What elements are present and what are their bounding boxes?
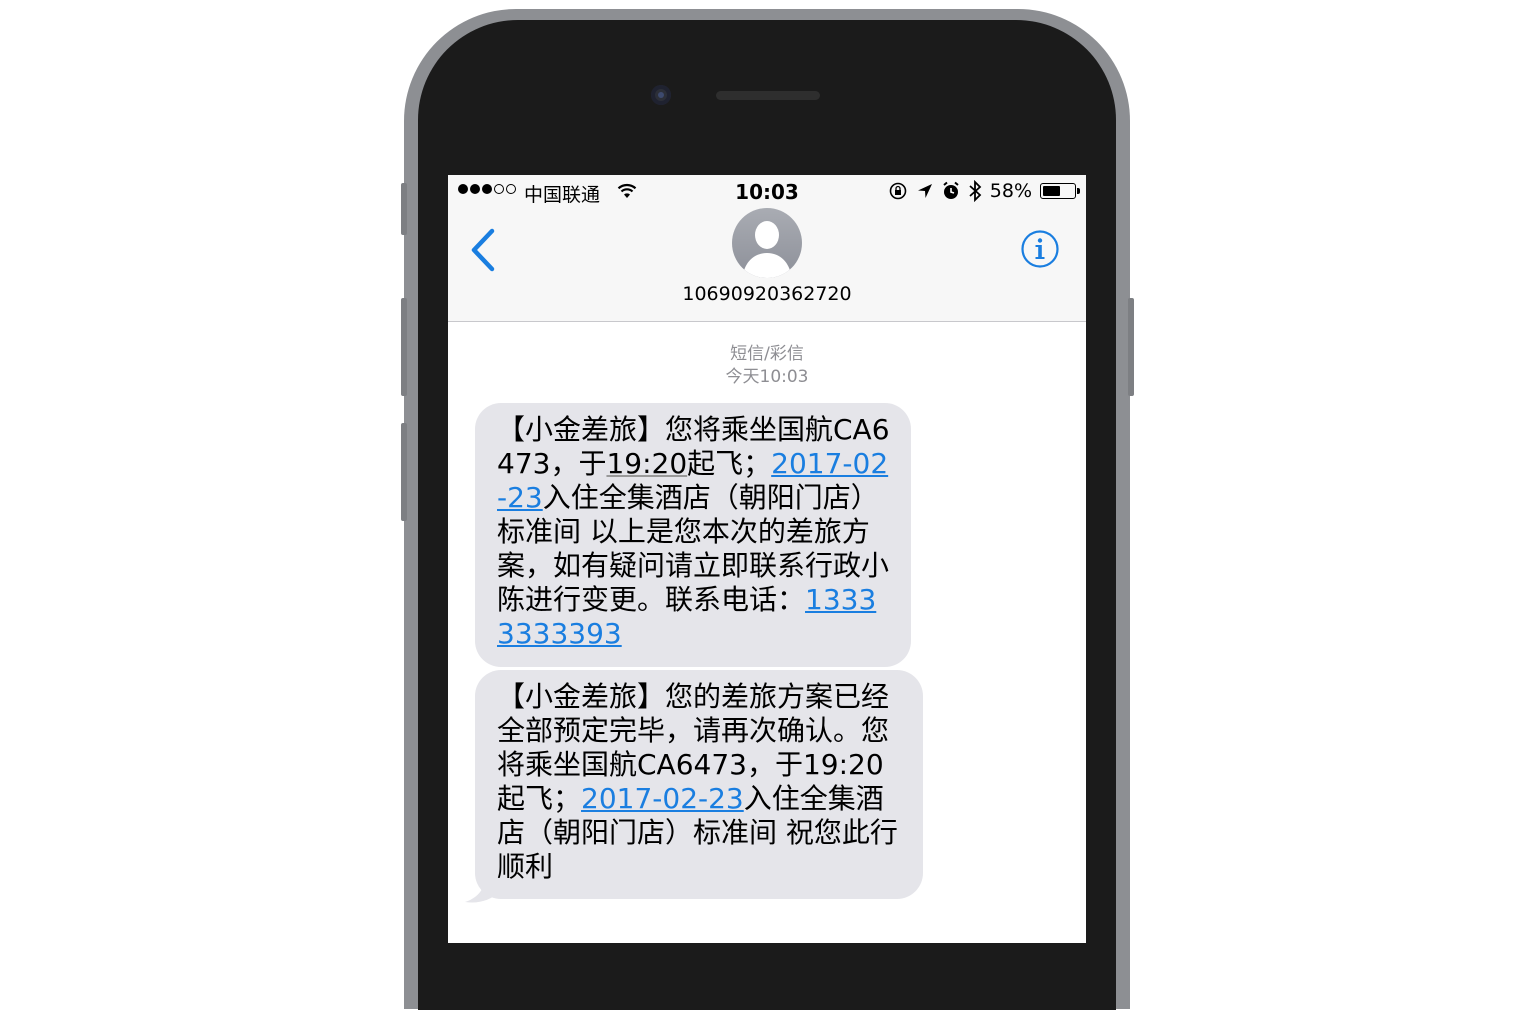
- contact-number[interactable]: 10690920362720: [448, 283, 1086, 305]
- battery-fill: [1043, 186, 1060, 196]
- battery-percentage: 58%: [989, 180, 1032, 202]
- message-2-date-link[interactable]: 2017-02-23: [581, 782, 744, 815]
- volume-up-button: [401, 298, 407, 396]
- message-channel-label: 短信/彩信: [730, 344, 804, 364]
- power-button: [1128, 298, 1134, 396]
- status-icons: 58%: [888, 180, 1080, 202]
- front-camera: [651, 85, 671, 105]
- bubble-tail: [465, 878, 503, 903]
- navigation-header: 中国联通 10:03 58% 10690920362720: [448, 175, 1086, 322]
- message-bubble-2[interactable]: 【小金差旅】您的差旅方案已经全部预定完毕，请再次确认。您将乘坐国航CA6473，…: [475, 670, 923, 899]
- bluetooth-icon: [969, 180, 982, 202]
- status-bar: 中国联通 10:03 58%: [448, 175, 1086, 211]
- screen: 中国联通 10:03 58% 10690920362720 短信/彩信 今天10…: [448, 175, 1086, 943]
- back-chevron-icon[interactable]: [468, 227, 498, 273]
- orientation-lock-icon: [889, 182, 907, 200]
- message-bubble-1[interactable]: 【小金差旅】您将乘坐国航CA6473，于19:20起飞；2017-02-23入住…: [475, 403, 911, 667]
- alarm-icon: [943, 181, 959, 199]
- earpiece-speaker: [716, 91, 820, 100]
- person-silhouette-icon: [742, 221, 792, 278]
- message-1-text-part2: 起飞；: [687, 447, 772, 480]
- conversation-meta: 短信/彩信 今天10:03: [448, 343, 1086, 389]
- location-arrow-icon: [917, 184, 932, 198]
- battery-icon: [1040, 183, 1080, 199]
- mute-switch: [401, 183, 407, 235]
- message-timestamp: 今天10:03: [725, 367, 809, 387]
- message-1-time-link[interactable]: 19:20: [606, 447, 687, 480]
- info-icon[interactable]: [1020, 229, 1060, 269]
- contact-avatar-icon[interactable]: [732, 208, 802, 278]
- volume-down-button: [401, 423, 407, 521]
